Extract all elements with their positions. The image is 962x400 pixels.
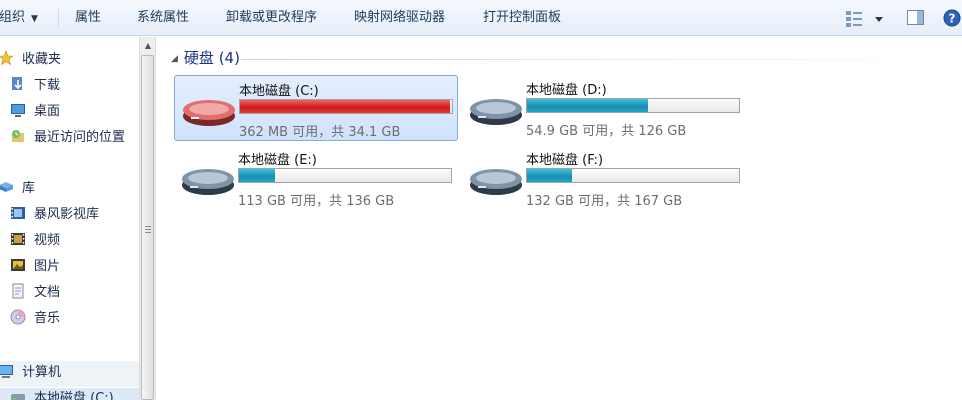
uninstall-program-button[interactable]: 卸载或更改程序	[226, 0, 317, 36]
command-bar: 组织 ▼ 属性 系统属性 卸载或更改程序 映射网络驱动器 打开控制面板 ?	[0, 0, 962, 36]
nav-item-music[interactable]: 音乐	[10, 308, 60, 330]
hard-drive-icon	[11, 394, 25, 400]
film-icon	[11, 233, 25, 245]
content-pane: ◢ 硬盘 (4) 本地磁盘 (C:) 362 MB 可用，共 34.1 GB 本地…	[157, 37, 962, 400]
view-options-button[interactable]	[844, 8, 886, 32]
drive-name: 本地磁盘 (C:)	[239, 84, 319, 99]
nav-label: 桌面	[34, 104, 61, 119]
hard-drive-icon	[468, 95, 524, 131]
nav-item-local-disk-c[interactable]: 本地磁盘 (C:)	[10, 388, 114, 400]
nav-label: 计算机	[22, 365, 62, 380]
nav-label: 文档	[34, 285, 61, 300]
navigation-pane: 收藏夹 下载 桌面 最近访问的位置 库 暴风影视库 视频 图片 文档 音乐 计算…	[0, 37, 139, 400]
nav-label: 最近访问的位置	[34, 130, 126, 145]
drive-name: 本地磁盘 (E:)	[238, 153, 317, 168]
nav-item-documents[interactable]: 文档	[10, 282, 60, 304]
hard-disks-group-header[interactable]: ◢ 硬盘 (4)	[171, 47, 240, 68]
group-divider	[241, 59, 961, 60]
drive-name: 本地磁盘 (F:)	[526, 153, 604, 168]
usage-bar	[526, 98, 740, 113]
drive-free-space: 362 MB 可用，共 34.1 GB	[239, 125, 401, 140]
download-icon	[12, 77, 22, 90]
hard-drive-icon	[181, 96, 237, 132]
grip-line	[145, 229, 151, 230]
usage-bar-fill	[239, 169, 276, 182]
scroll-thumb[interactable]	[141, 55, 154, 400]
organize-button[interactable]: 组织 ▼	[0, 0, 38, 36]
usage-bar	[239, 99, 453, 114]
music-disc-icon	[10, 309, 26, 325]
help-icon: ?	[943, 9, 961, 27]
collapse-triangle-icon: ◢	[171, 54, 178, 64]
chevron-down-icon: ▼	[31, 14, 38, 24]
hard-drive-icon	[180, 165, 236, 201]
libraries-icon	[0, 182, 13, 192]
group-title: 硬盘 (4)	[183, 49, 240, 67]
nav-label: 下载	[34, 78, 61, 93]
nav-item-libraries[interactable]: 库	[0, 178, 35, 200]
open-control-panel-button[interactable]: 打开控制面板	[483, 0, 561, 36]
drive-tile-e[interactable]: 本地磁盘 (E:) 113 GB 可用，共 136 GB	[174, 145, 458, 211]
nav-label: 本地磁盘 (C:)	[34, 391, 114, 400]
drive-tile-d[interactable]: 本地磁盘 (D:) 54.9 GB 可用，共 126 GB	[462, 75, 746, 141]
toolbar-divider	[58, 9, 59, 27]
nav-item-storm-library[interactable]: 暴风影视库	[10, 204, 99, 226]
nav-item-computer[interactable]: 计算机	[0, 362, 61, 384]
drive-free-space: 132 GB 可用，共 167 GB	[526, 194, 683, 209]
properties-button[interactable]: 属性	[75, 0, 101, 36]
desktop-icon	[11, 104, 25, 117]
usage-bar-fill	[527, 169, 572, 182]
usage-bar-fill	[240, 100, 450, 113]
document-icon	[12, 283, 24, 299]
hard-drive-icon	[468, 165, 524, 201]
nav-item-favorites[interactable]: 收藏夹	[0, 49, 61, 71]
picture-icon	[11, 259, 25, 271]
nav-item-downloads[interactable]: 下载	[10, 75, 60, 97]
drive-free-space: 54.9 GB 可用，共 126 GB	[526, 124, 687, 139]
grip-line	[145, 232, 151, 233]
nav-label: 库	[22, 181, 36, 196]
drive-tile-c[interactable]: 本地磁盘 (C:) 362 MB 可用，共 34.1 GB	[174, 75, 458, 141]
usage-bar	[238, 168, 452, 183]
nav-item-pictures[interactable]: 图片	[10, 256, 60, 278]
view-icon	[846, 11, 883, 27]
organize-label: 组织	[0, 10, 26, 25]
nav-item-recent-places[interactable]: 最近访问的位置	[10, 127, 125, 149]
drive-tile-f[interactable]: 本地磁盘 (F:) 132 GB 可用，共 167 GB	[462, 145, 746, 211]
usage-bar-fill	[527, 99, 648, 112]
nav-label: 图片	[34, 259, 61, 274]
help-button[interactable]: ?	[942, 8, 962, 32]
computer-icon	[0, 365, 13, 378]
recent-places-icon	[12, 130, 24, 142]
scroll-up-arrow-icon[interactable]: ▲	[143, 41, 153, 51]
nav-label: 收藏夹	[22, 52, 62, 67]
nav-item-desktop[interactable]: 桌面	[10, 101, 60, 123]
drive-name: 本地磁盘 (D:)	[526, 83, 607, 98]
system-properties-button[interactable]: 系统属性	[137, 0, 189, 36]
star-icon	[0, 50, 14, 66]
nav-label: 视频	[34, 233, 61, 248]
drive-free-space: 113 GB 可用，共 136 GB	[238, 194, 395, 209]
video-library-icon	[11, 207, 25, 219]
svg-text:?: ?	[949, 12, 956, 26]
grip-line	[145, 226, 151, 227]
nav-item-videos[interactable]: 视频	[10, 230, 60, 252]
preview-pane-button[interactable]	[906, 8, 926, 32]
map-network-drive-button[interactable]: 映射网络驱动器	[354, 0, 445, 36]
nav-label: 音乐	[34, 311, 61, 326]
nav-label: 暴风影视库	[34, 207, 100, 222]
usage-bar	[526, 168, 740, 183]
nav-scrollbar[interactable]: ▲	[139, 37, 156, 400]
preview-pane-icon	[907, 10, 924, 25]
